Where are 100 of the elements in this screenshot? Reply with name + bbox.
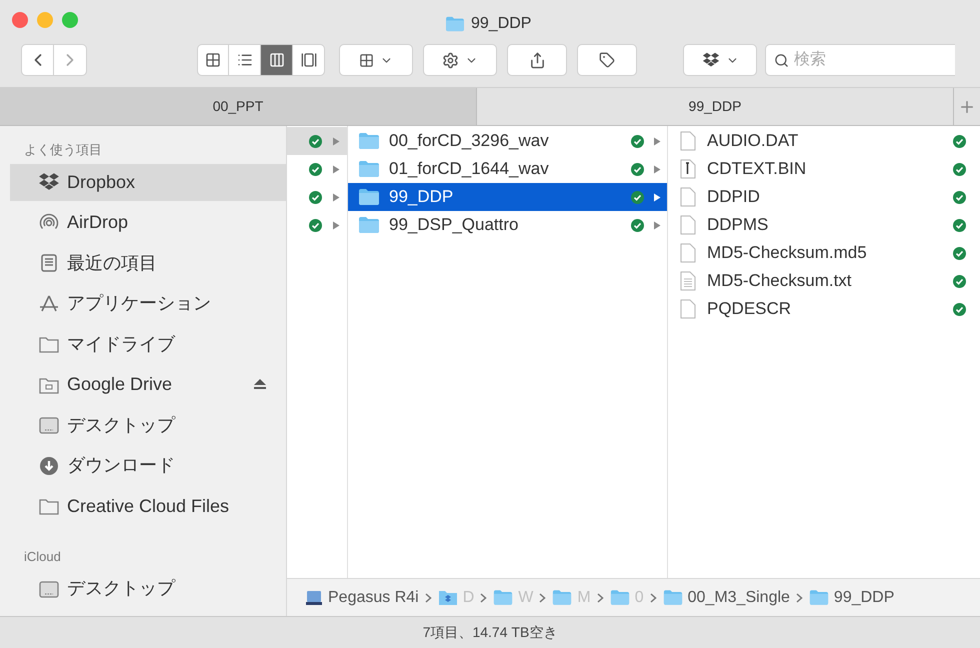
folder-icon bbox=[358, 160, 380, 178]
check-badge-icon bbox=[953, 162, 966, 176]
dropbox-folder-icon bbox=[438, 589, 458, 606]
check-badge-icon bbox=[631, 162, 644, 176]
dropbox-icon bbox=[38, 171, 60, 193]
share-button[interactable] bbox=[507, 44, 567, 76]
folder-icon bbox=[493, 589, 514, 606]
path-segment[interactable]: 99_DDP bbox=[808, 586, 894, 610]
sidebar-item[interactable]: アプリケーション bbox=[10, 285, 286, 322]
column-row[interactable] bbox=[287, 127, 347, 155]
chevron-right-icon bbox=[596, 592, 604, 602]
disclosure-arrow-icon bbox=[653, 136, 661, 146]
disclosure-arrow-icon bbox=[332, 192, 340, 202]
status-text: 7項目、14.74 TB空き bbox=[422, 623, 558, 642]
blank-file-icon bbox=[680, 131, 696, 151]
folder-row[interactable]: 00_forCD_3296_wav bbox=[348, 127, 667, 155]
close-button[interactable] bbox=[12, 12, 28, 28]
disclosure-arrow-icon bbox=[332, 220, 340, 230]
dropbox-icon bbox=[702, 51, 720, 69]
check-badge-icon bbox=[953, 274, 966, 288]
disclosure-arrow-icon bbox=[653, 192, 661, 202]
icon-view-icon bbox=[205, 52, 221, 68]
check-badge-icon bbox=[953, 190, 966, 204]
check-badge-icon bbox=[631, 190, 644, 204]
binary-file-icon bbox=[680, 159, 696, 179]
check-badge-icon bbox=[309, 134, 322, 148]
chevron-right-icon bbox=[539, 592, 546, 602]
blank-file-icon bbox=[680, 243, 696, 263]
folder-icon bbox=[552, 589, 572, 606]
path-segment[interactable]: 00_M3_Single bbox=[662, 586, 790, 610]
folder-row[interactable]: 99_DSP_Quattro bbox=[348, 211, 667, 239]
file-row[interactable]: MD5-Checksum.md5 bbox=[668, 239, 980, 267]
text-file-icon bbox=[680, 271, 696, 291]
view-mode-button[interactable] bbox=[229, 44, 261, 76]
check-badge-icon bbox=[953, 246, 966, 260]
chevron-right-icon bbox=[480, 592, 488, 602]
chevron-right-icon bbox=[424, 592, 432, 602]
action-menu-button[interactable] bbox=[423, 44, 497, 76]
view-mode-button[interactable] bbox=[197, 44, 229, 76]
grid-icon bbox=[359, 52, 374, 68]
sidebar-item[interactable]: Creative Cloud Files bbox=[10, 488, 286, 524]
dropbox-menu-button[interactable] bbox=[683, 44, 757, 76]
view-mode-button[interactable] bbox=[293, 44, 325, 76]
file-row[interactable]: MD5-Checksum.txt bbox=[668, 267, 980, 295]
sidebar-section-title: iCloud bbox=[23, 548, 62, 566]
gallery-view-icon bbox=[300, 52, 316, 68]
check-badge-icon bbox=[631, 218, 644, 232]
tab[interactable]: 99_DDP bbox=[477, 88, 954, 125]
tag-icon bbox=[599, 52, 615, 68]
sidebar-item[interactable]: Dropbox bbox=[10, 164, 286, 200]
file-row[interactable]: DDPMS bbox=[668, 211, 980, 239]
folder-row[interactable]: 99_DDP bbox=[348, 183, 667, 211]
chevron-right-icon bbox=[650, 592, 657, 602]
file-row[interactable]: AUDIO.DAT bbox=[668, 127, 980, 155]
desktop-icon bbox=[38, 415, 60, 435]
sidebar-item[interactable]: デスクトップ bbox=[10, 570, 286, 607]
folder-icon bbox=[358, 132, 380, 150]
check-badge-icon bbox=[631, 134, 644, 148]
blank-file-icon bbox=[680, 299, 696, 319]
file-row[interactable]: CDTEXT.BIN bbox=[668, 155, 980, 183]
folder-icon bbox=[358, 216, 380, 234]
search-field[interactable]: 検索 bbox=[765, 44, 955, 76]
disk-icon bbox=[305, 588, 323, 606]
desktop-icon bbox=[38, 578, 60, 598]
view-mode-button[interactable] bbox=[261, 44, 293, 76]
tag-button[interactable] bbox=[577, 44, 637, 76]
check-badge-icon bbox=[953, 302, 966, 316]
sidebar-item[interactable]: デスクトップ bbox=[10, 406, 286, 444]
sidebar-item[interactable]: Google Drive bbox=[10, 366, 286, 403]
sidebar-item[interactable]: マイドライブ bbox=[10, 326, 286, 362]
sidebar-item[interactable]: AirDrop bbox=[10, 204, 286, 241]
file-row[interactable]: PQDESCR bbox=[668, 295, 980, 323]
folder-icon bbox=[358, 188, 380, 206]
new-tab-button[interactable] bbox=[954, 88, 980, 125]
window-title: 99_DDP bbox=[471, 14, 532, 34]
sidebar-section-title: よく使う項目 bbox=[23, 141, 103, 159]
folder-row[interactable]: 01_forCD_1644_wav bbox=[348, 155, 667, 183]
sidebar-item[interactable]: 最近の項目 bbox=[10, 244, 286, 282]
check-badge-icon bbox=[953, 218, 966, 232]
column-view-icon bbox=[268, 52, 284, 68]
list-view-icon bbox=[236, 52, 252, 68]
blank-file-icon bbox=[680, 215, 696, 235]
check-badge-icon bbox=[309, 162, 322, 176]
disclosure-arrow-icon bbox=[332, 136, 340, 146]
chevron-right-icon bbox=[796, 592, 803, 602]
back-button[interactable] bbox=[21, 44, 54, 76]
folder-icon bbox=[808, 589, 829, 606]
title-folder-icon bbox=[445, 16, 465, 32]
disclosure-arrow-icon bbox=[332, 164, 340, 174]
check-badge-icon bbox=[309, 218, 322, 232]
eject-icon bbox=[254, 379, 266, 390]
path-segment[interactable]: Pegasus R4i bbox=[305, 586, 419, 610]
sidebar-item[interactable]: ダウンロード bbox=[10, 447, 286, 484]
folder-icon bbox=[662, 589, 683, 606]
search-icon bbox=[774, 53, 789, 68]
file-row[interactable]: DDPID bbox=[668, 183, 980, 211]
share-icon bbox=[528, 52, 546, 68]
folder-icon bbox=[610, 589, 630, 606]
gear-icon bbox=[442, 52, 459, 68]
group-menu-button[interactable] bbox=[339, 44, 413, 76]
